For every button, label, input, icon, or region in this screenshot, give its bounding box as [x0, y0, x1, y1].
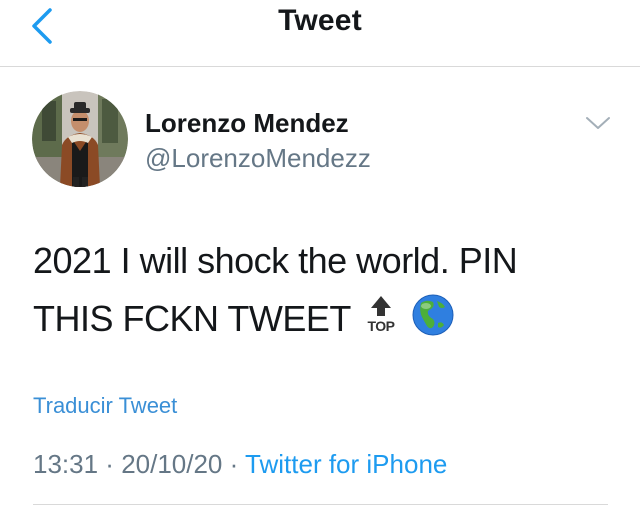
tweet-time: 13:31 — [33, 449, 99, 479]
author-handle[interactable]: @LorenzoMendezz — [145, 143, 371, 174]
tweet-text-line-2: THIS FCKN TWEET TOP — [33, 290, 623, 354]
divider — [33, 504, 608, 505]
tweet-body: 2021 I will shock the world. PIN THIS FC… — [33, 232, 623, 354]
top-arrow-icon: TOP — [359, 293, 403, 354]
tweet-detail-screen: Tweet Lorenzo Mendez @LorenzoMendezz 202… — [0, 0, 640, 515]
meta-separator: · — [98, 449, 122, 479]
globe-americas-icon — [411, 293, 455, 354]
tweet-source-link[interactable]: Twitter for iPhone — [245, 449, 447, 479]
author-name[interactable]: Lorenzo Mendez — [145, 108, 349, 139]
chevron-down-icon — [586, 117, 610, 129]
tweet-date: 20/10/20 — [121, 449, 223, 479]
tweet-meta: 13:31 · 20/10/20 · Twitter for iPhone — [33, 449, 447, 480]
top-bar: Tweet — [0, 0, 640, 67]
page-title: Tweet — [278, 4, 362, 37]
meta-separator-2: · — [222, 449, 246, 479]
avatar[interactable] — [32, 91, 128, 187]
top-emoji-label: TOP — [367, 318, 394, 334]
avatar-photo — [32, 91, 128, 187]
tweet-options-button[interactable] — [582, 112, 614, 134]
translate-tweet-link[interactable]: Traducir Tweet — [33, 393, 177, 419]
tweet-text-line-2-text: THIS FCKN TWEET — [33, 298, 351, 339]
tweet-text-line-1: 2021 I will shock the world. PIN — [33, 240, 518, 281]
